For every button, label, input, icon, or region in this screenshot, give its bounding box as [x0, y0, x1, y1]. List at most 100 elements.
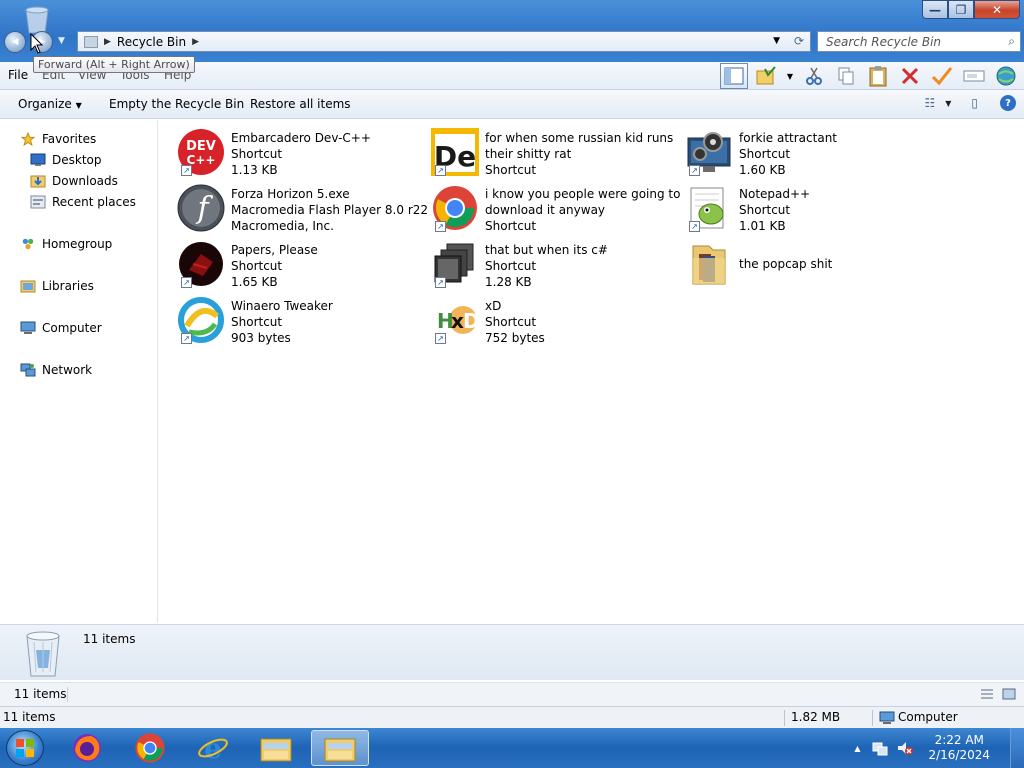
shortcut-arrow-icon: ↗	[689, 165, 700, 176]
file-item[interactable]: ↗ Winaero Tweaker Shortcut 903 bytes	[177, 296, 429, 350]
clock[interactable]: 2:22 AM 2/16/2024	[928, 733, 990, 763]
details-view-icon[interactable]	[980, 688, 994, 700]
shortcut-arrow-icon: ↗	[689, 221, 700, 232]
view-dropdown-icon[interactable]: ▼	[945, 99, 951, 108]
breadcrumb-separator-icon[interactable]: ▶	[104, 37, 111, 47]
file-item[interactable]: ↗ Papers, Please Shortcut 1.65 KB	[177, 240, 429, 294]
show-hidden-icons-icon[interactable]: ▲	[854, 744, 860, 753]
shortcut-arrow-icon: ↗	[435, 277, 446, 288]
copy-icon[interactable]	[832, 63, 860, 89]
file-type: Shortcut	[231, 147, 283, 161]
file-item[interactable]: ↗ Notepad++ Shortcut 1.01 KB	[685, 184, 937, 238]
window-controls: — ❐ ✕	[922, 0, 1020, 19]
nav-computer[interactable]: Computer	[20, 321, 102, 335]
large-icons-view-icon[interactable]	[1002, 688, 1016, 700]
paste-icon[interactable]	[864, 63, 892, 89]
nav-desktop[interactable]: Desktop	[30, 153, 102, 167]
toolbar-dropdown-icon[interactable]: ▼	[784, 63, 796, 89]
breadcrumb-separator-icon[interactable]: ▶	[192, 37, 199, 47]
network-tray-icon[interactable]	[872, 740, 888, 756]
file-name: Embarcadero Dev-C++	[231, 131, 371, 145]
help-icon[interactable]: ?	[1000, 95, 1016, 111]
maximize-button[interactable]: ❐	[948, 0, 974, 19]
file-name: i know you people were going to	[485, 187, 681, 201]
view-controls: ☷ ▼ ▯ ?	[924, 95, 1016, 111]
status-bar-bottom: 11 items 1.82 MB Computer	[0, 706, 1024, 728]
breadcrumb-recycle-bin[interactable]: Recycle Bin	[117, 35, 186, 49]
nav-recent-places-label: Recent places	[52, 195, 136, 209]
show-desktop-button[interactable]	[1010, 728, 1024, 768]
toolbar-icons: ▼	[720, 63, 1020, 89]
status-items-bottom: 11 items	[3, 710, 56, 724]
address-dropdown-icon[interactable]: ▼	[773, 36, 780, 46]
file-item[interactable]: ↗ forkie attractant Shortcut 1.60 KB	[685, 128, 937, 182]
search-icon[interactable]: ⌕	[1008, 34, 1015, 49]
network-icon	[20, 363, 36, 377]
cut-icon[interactable]	[800, 63, 828, 89]
file-type: Shortcut	[739, 147, 791, 161]
file-description: Macromedia Flash Player 8.0 r22	[231, 203, 429, 217]
nav-downloads-label: Downloads	[52, 174, 118, 188]
restore-all-items-button[interactable]: Restore all items	[250, 97, 351, 111]
folder-icon	[685, 240, 733, 288]
folder-options-icon[interactable]	[752, 63, 780, 89]
taskbar-explorer[interactable]	[247, 730, 305, 766]
file-name-continued: their shitty rat	[485, 147, 572, 161]
file-item[interactable]: DEV C++ ↗ Embarcadero Dev-C++ Shortcut 1.…	[177, 128, 429, 182]
file-size: 903 bytes	[231, 331, 291, 345]
taskbar-firefox[interactable]	[58, 730, 116, 766]
stacked-windows-icon: ↗	[431, 240, 479, 288]
minimize-button[interactable]: —	[922, 0, 948, 19]
file-size: 1.60 KB	[739, 163, 786, 177]
file-item[interactable]: ↗ that but when its c# Shortcut 1.28 KB	[431, 240, 683, 294]
nav-homegroup[interactable]: Homegroup	[20, 237, 112, 251]
delete-icon[interactable]	[896, 63, 924, 89]
organize-button[interactable]: Organize ▼	[18, 97, 82, 111]
taskbar-explorer-active[interactable]	[311, 730, 369, 766]
address-bar[interactable]: ▶ Recycle Bin ▶ ▼ ⟳	[77, 31, 811, 52]
file-item[interactable]: De ↗ for when some russian kid runs thei…	[431, 128, 683, 182]
status-divider	[67, 687, 68, 702]
layout-pane-icon[interactable]	[720, 63, 748, 89]
close-button[interactable]: ✕	[974, 0, 1020, 19]
shortcut-arrow-icon: ↗	[435, 333, 446, 344]
file-name: Forza Horizon 5.exe	[231, 187, 350, 201]
nav-favorites[interactable]: Favorites	[20, 132, 96, 146]
back-button[interactable]: ◀	[4, 31, 26, 53]
search-box[interactable]: Search Recycle Bin ⌕	[817, 31, 1021, 52]
file-name: that but when its c#	[485, 243, 608, 257]
properties-check-icon[interactable]	[928, 63, 956, 89]
nav-libraries[interactable]: Libraries	[20, 279, 94, 293]
recycle-bin-crumb-icon	[84, 35, 98, 48]
nav-recent-places[interactable]: Recent places	[30, 195, 136, 209]
svg-text:D: D	[463, 309, 479, 333]
taskbar-chrome[interactable]	[121, 730, 179, 766]
menu-file[interactable]: File	[8, 68, 28, 82]
nav-network[interactable]: Network	[20, 363, 92, 377]
file-item[interactable]: the popcap shit	[685, 240, 937, 294]
file-item[interactable]: ↗ i know you people were going to downlo…	[431, 184, 683, 238]
file-item[interactable]: HxD ↗ xD Shortcut 752 bytes	[431, 296, 683, 350]
volume-muted-icon[interactable]	[896, 740, 914, 756]
file-item[interactable]: f Forza Horizon 5.exe Macromedia Flash P…	[177, 184, 429, 238]
downloads-folder-icon	[30, 175, 46, 188]
file-size: 1.13 KB	[231, 163, 278, 177]
explorer-window: — ❐ ✕ ◀ ▶ ▼ ▶ Recycle Bin ▶ ▼ ⟳ Search R…	[0, 0, 1024, 768]
firefox-icon	[73, 734, 101, 762]
de-app-icon: De ↗	[431, 128, 479, 176]
change-view-icon[interactable]: ☷	[924, 96, 935, 110]
chevron-down-icon: ▼	[75, 101, 82, 110]
search-input[interactable]: Search Recycle Bin	[826, 35, 941, 49]
recent-pages-dropdown[interactable]: ▼	[58, 36, 65, 46]
taskbar-internet-explorer[interactable]: e	[184, 730, 242, 766]
rename-icon[interactable]	[960, 63, 988, 89]
file-type: Shortcut	[485, 219, 537, 233]
organize-label: Organize	[18, 97, 72, 111]
globe-icon[interactable]	[992, 63, 1020, 89]
refresh-icon[interactable]: ⟳	[794, 34, 804, 48]
nav-downloads[interactable]: Downloads	[30, 174, 118, 188]
empty-recycle-bin-button[interactable]: Empty the Recycle Bin	[109, 97, 244, 111]
start-button[interactable]	[6, 730, 44, 766]
preview-pane-icon[interactable]: ▯	[971, 96, 978, 110]
nav-computer-label: Computer	[42, 321, 102, 335]
